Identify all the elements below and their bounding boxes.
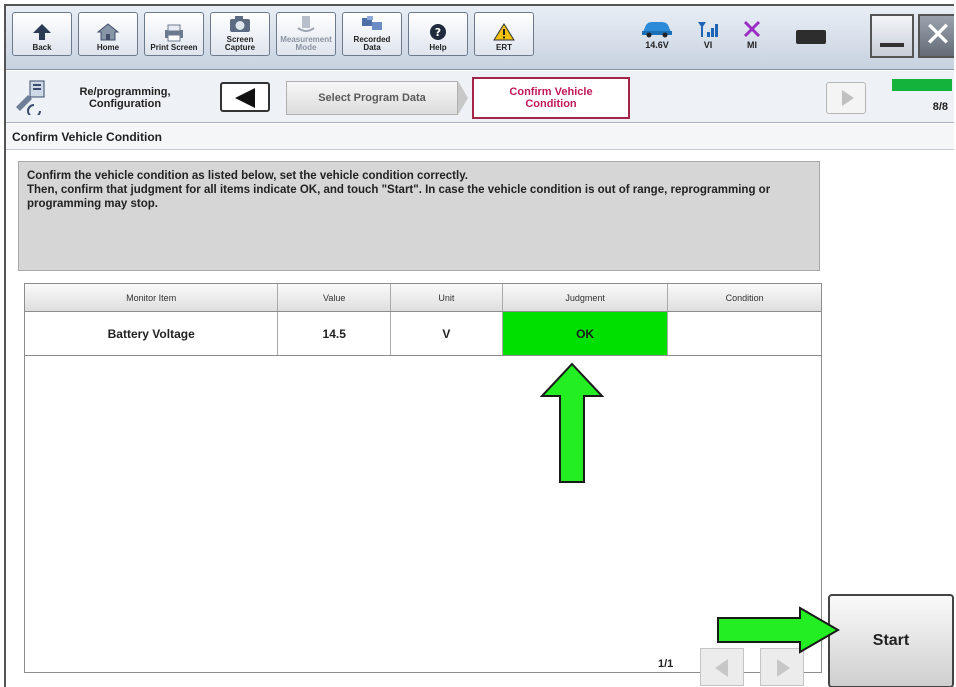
instruction-box: Confirm the vehicle condition as listed … [18,161,820,271]
back-button[interactable]: Back [12,12,72,56]
step-separator-icon [458,81,468,115]
svg-text:?: ? [435,26,441,39]
table-row[interactable]: Battery Voltage 14.5 V OK [25,312,821,356]
measurement-mode-button[interactable]: Measurement Mode [276,12,336,56]
cell-monitor-item: Battery Voltage [25,312,279,355]
indicator-icon [796,30,826,44]
app-window: Back Home Print Screen Screen Capture Me… [4,4,954,687]
back-arrow-icon [33,24,51,40]
up-arrow-annotation-icon [540,362,604,483]
signal-icon [698,22,718,37]
col-unit: Unit [391,284,503,311]
vi-status: VI [696,20,720,50]
col-judgment: Judgment [503,284,669,311]
camera-icon [230,16,250,32]
minimize-button[interactable] [870,14,914,58]
car-icon [642,22,672,38]
ert-button[interactable]: ERT [474,12,534,56]
table-header: Monitor Item Value Unit Judgment Conditi… [25,284,821,312]
progress-text: 8/8 [932,101,948,113]
instruction-text: Confirm the vehicle condition as listed … [27,170,771,210]
col-condition: Condition [725,292,764,303]
close-icon: ✕ [923,16,953,54]
help-button[interactable]: ? Help [408,12,468,56]
warning-icon [493,23,515,41]
disconnected-x-icon [743,20,761,38]
help-icon: ? [430,24,446,40]
next-step-button[interactable] [826,82,866,114]
col-value: Value [278,284,392,311]
page-title: Confirm Vehicle Condition [6,124,954,150]
page-indicator: 1/1 [658,658,674,670]
start-button[interactable]: Start [828,594,954,687]
print-screen-button[interactable]: Print Screen [144,12,204,56]
right-arrow-annotation-icon [717,606,840,654]
close-button[interactable]: ✕ [918,14,954,58]
cell-condition [668,312,821,355]
cell-value: 14.5 [278,312,392,355]
cell-unit: V [391,312,503,355]
previous-step-button[interactable] [220,82,270,112]
mi-status: MI [742,20,762,50]
step-bar: Re/programming, Configuration Select Pro… [6,71,954,123]
step-select-program-data: Select Program Data [286,81,458,115]
monitor-table: Monitor Item Value Unit Judgment Conditi… [24,283,822,673]
recorded-data-button[interactable]: Recorded Data [342,12,402,56]
toolbar: Back Home Print Screen Screen Capture Me… [6,6,954,70]
screen-capture-button[interactable]: Screen Capture [210,12,270,56]
progress-bar [892,79,952,91]
home-icon [96,23,120,41]
battery-voltage-status: 14.6V [640,20,674,50]
cell-judgment-ok: OK [502,312,669,355]
step-title: Re/programming, Configuration [79,86,171,110]
col-monitor-item: Monitor Item [25,284,279,311]
printer-icon [165,24,183,42]
measurement-icon [297,16,315,32]
reprogramming-icon [16,80,45,115]
home-button[interactable]: Home [78,12,138,56]
recorded-data-icon [362,16,382,30]
step-confirm-vehicle-condition: Confirm Vehicle Condition [472,77,630,119]
